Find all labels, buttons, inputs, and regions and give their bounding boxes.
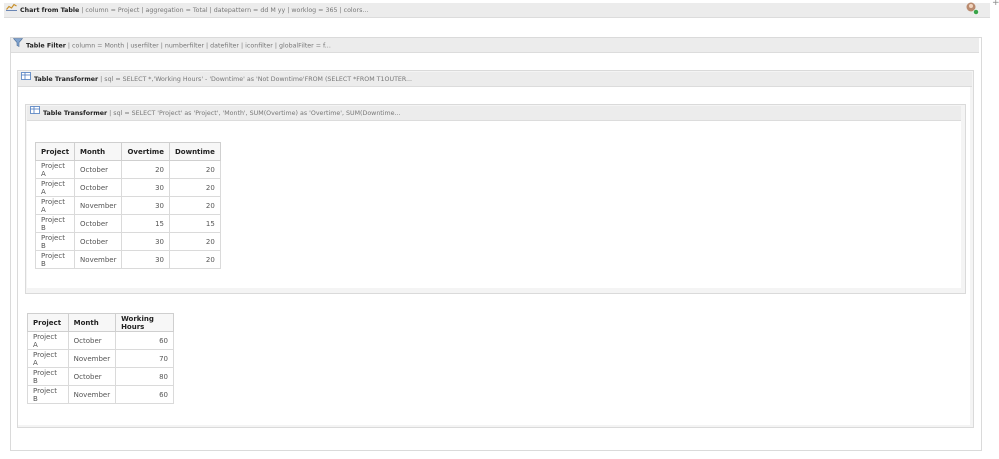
column-header[interactable]: Month: [67, 313, 117, 332]
cell-month: November: [67, 385, 117, 404]
column-header[interactable]: Project: [34, 142, 76, 161]
cell-project: Project B: [27, 385, 69, 404]
column-header[interactable]: Project: [27, 313, 69, 332]
cell-overtime: 15: [121, 214, 170, 233]
table-row: Project A October 20 20: [34, 160, 221, 179]
cell-month: October: [74, 160, 123, 179]
filter-funnel-icon: [12, 38, 24, 52]
column-header[interactable]: Overtime: [121, 142, 170, 161]
table-transform-icon: [21, 72, 31, 86]
cell-project: Project A: [34, 196, 76, 215]
table-row: Project B November 60: [27, 385, 174, 404]
table-header-row: Project Month Overtime Downtime: [34, 142, 221, 161]
table-filter-macro-header[interactable]: Table Filter | column = Month | userfilt…: [11, 38, 979, 53]
chart-macro-params: | column = Project | aggregation = Total…: [79, 7, 369, 14]
table-row: Project B October 15 15: [34, 214, 221, 233]
inner-transformer-macro-header[interactable]: Table Transformer | sql = SELECT 'Projec…: [27, 106, 961, 121]
table-header-row: Project Month Working Hours: [27, 313, 174, 332]
cell-project: Project A: [34, 178, 76, 197]
cell-month: October: [74, 214, 123, 233]
cell-downtime: 20: [168, 232, 221, 251]
user-avatar-icon[interactable]: [965, 0, 979, 15]
outer-transformer-title: Table Transformer: [34, 76, 99, 83]
cell-downtime: 20: [168, 250, 221, 269]
cell-working-hours: 60: [115, 385, 174, 404]
cell-downtime: 20: [168, 178, 221, 197]
chart-from-table-macro-header[interactable]: Chart from Table | column = Project | ag…: [4, 3, 990, 18]
outer-transformer-params: | sql = SELECT *,'Working Hours' - 'Down…: [98, 76, 413, 83]
filter-macro-title: Table Filter: [26, 42, 66, 50]
cell-downtime: 20: [168, 160, 221, 179]
working-hours-table: Project Month Working Hours Project A Oc…: [27, 313, 174, 404]
column-header[interactable]: Downtime: [168, 142, 221, 161]
cell-project: Project B: [34, 232, 76, 251]
table-row: Project A October 60: [27, 331, 174, 350]
outer-transformer-macro-header[interactable]: Table Transformer | sql = SELECT *,'Work…: [18, 72, 972, 87]
cell-overtime: 30: [121, 178, 170, 197]
cell-downtime: 15: [168, 214, 221, 233]
filter-macro-params: | column = Month | userfilter | numberfi…: [65, 42, 331, 50]
cell-overtime: 30: [121, 232, 170, 251]
cell-project: Project B: [34, 250, 76, 269]
table-row: Project B October 80: [27, 367, 174, 386]
cell-working-hours: 80: [115, 367, 174, 386]
cell-overtime: 30: [121, 196, 170, 215]
cell-project: Project B: [27, 367, 69, 386]
cell-overtime: 20: [121, 160, 170, 179]
cell-project: Project A: [27, 331, 69, 350]
line-chart-icon: [6, 3, 17, 17]
add-icon[interactable]: +: [992, 0, 999, 8]
table-row: Project B October 30 20: [34, 232, 221, 251]
table-row: Project A November 70: [27, 349, 174, 368]
cell-overtime: 30: [121, 250, 170, 269]
chart-macro-title: Chart from Table: [20, 7, 80, 14]
table-transform-icon: [30, 106, 40, 120]
overtime-downtime-table: Project Month Overtime Downtime Project …: [34, 142, 221, 269]
cell-project: Project B: [34, 214, 76, 233]
cell-working-hours: 60: [115, 331, 174, 350]
cell-month: October: [74, 232, 123, 251]
cell-month: October: [67, 331, 117, 350]
cell-month: October: [74, 178, 123, 197]
inner-transformer-params: | sql = SELECT 'Project' as 'Project', '…: [107, 110, 401, 117]
cell-month: October: [67, 367, 117, 386]
cell-downtime: 20: [168, 196, 221, 215]
cell-working-hours: 70: [115, 349, 174, 368]
cell-project: Project A: [27, 349, 69, 368]
cell-month: November: [74, 196, 123, 215]
inner-transformer-title: Table Transformer: [43, 110, 108, 117]
cell-month: November: [67, 349, 117, 368]
column-header[interactable]: Month: [74, 142, 123, 161]
table-row: Project A November 30 20: [34, 196, 221, 215]
cell-month: November: [74, 250, 123, 269]
column-header[interactable]: Working Hours: [115, 313, 174, 332]
cell-project: Project A: [34, 160, 76, 179]
table-row: Project A October 30 20: [34, 178, 221, 197]
table-row: Project B November 30 20: [34, 250, 221, 269]
